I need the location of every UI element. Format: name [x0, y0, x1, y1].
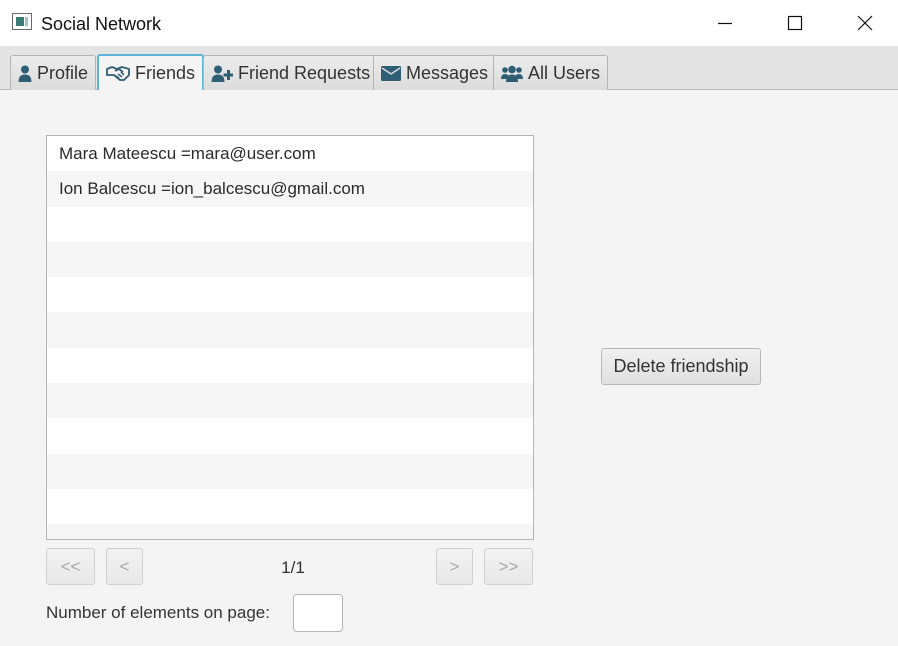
user-plus-icon [211, 65, 233, 82]
delete-friendship-button[interactable]: Delete friendship [601, 348, 761, 385]
empty-list-row [47, 418, 533, 454]
empty-list-row [47, 347, 533, 384]
next-page-button[interactable]: > [436, 548, 473, 585]
window-title: Social Network [41, 14, 162, 34]
empty-list-row [47, 488, 533, 525]
maximize-icon [787, 15, 803, 31]
page-indicator: 1/1 [281, 558, 305, 577]
app-icon [12, 13, 32, 30]
empty-list-row [47, 277, 533, 313]
empty-list-row [47, 453, 533, 489]
tab-header: Profile Friends Friend Requests Messages [0, 46, 898, 90]
tab-label: Messages [406, 62, 489, 83]
maximize-button[interactable] [766, 0, 824, 46]
title-bar: Social Network [0, 0, 898, 46]
list-item[interactable]: Mara Mateescu =mara@user.com [47, 136, 533, 172]
tab-friend-requests[interactable]: Friend Requests [203, 55, 379, 90]
tab-label: Friends [135, 62, 196, 83]
empty-list-row [47, 524, 533, 539]
first-page-button[interactable]: << [46, 548, 95, 585]
user-icon [18, 65, 32, 82]
minimize-button[interactable] [696, 0, 754, 46]
last-page-button[interactable]: >> [484, 548, 533, 585]
tab-profile[interactable]: Profile [10, 55, 97, 90]
empty-list-row [47, 206, 533, 242]
close-icon [857, 15, 873, 31]
previous-page-button[interactable]: < [106, 548, 143, 585]
close-button[interactable] [836, 0, 894, 46]
tab-friends[interactable]: Friends [97, 54, 205, 90]
friends-list[interactable]: Mara Mateescu =mara@user.com Ion Balcesc… [46, 135, 534, 540]
empty-list-row [47, 383, 533, 419]
users-icon [501, 65, 523, 82]
per-page-label: Number of elements on page: [46, 603, 270, 622]
tab-label: All Users [528, 62, 601, 83]
tab-label: Friend Requests [238, 62, 371, 83]
envelope-icon [381, 65, 401, 81]
per-page-input[interactable] [293, 594, 343, 632]
handshake-icon [106, 65, 130, 81]
minimize-icon [718, 22, 732, 25]
empty-list-row [47, 241, 533, 278]
list-item[interactable]: Ion Balcescu =ion_balcescu@gmail.com [47, 171, 533, 207]
tab-messages[interactable]: Messages [373, 55, 497, 90]
tab-label: Profile [37, 62, 89, 83]
empty-list-row [47, 312, 533, 348]
tab-all-users[interactable]: All Users [493, 55, 609, 90]
